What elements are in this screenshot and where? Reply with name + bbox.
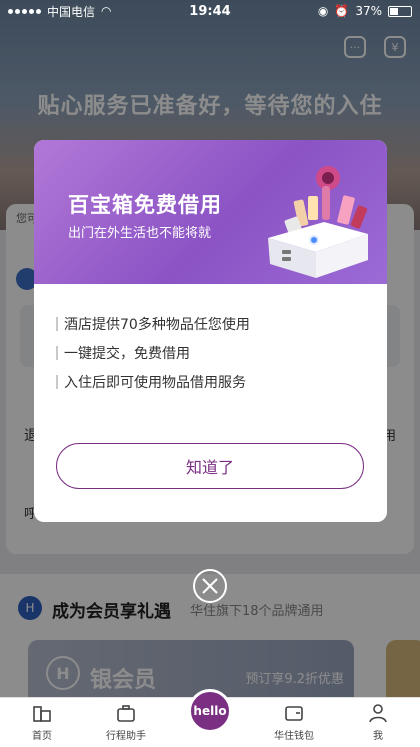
modal-title: 百宝箱免费借用 — [68, 193, 222, 217]
tab-trip-assistant[interactable]: 行程助手 — [84, 698, 168, 747]
modal-subtitle: 出门在外生活也不能将就 — [68, 226, 212, 241]
building-icon — [33, 706, 51, 722]
tab-label: 首页 — [32, 731, 52, 742]
tab-wallet[interactable]: 华住钱包 — [252, 698, 336, 747]
status-time: 19:44 — [189, 3, 231, 19]
got-it-button[interactable]: 知道了 — [56, 443, 364, 489]
hello-icon: hello — [188, 689, 232, 733]
person-icon — [369, 704, 387, 723]
treasure-box-illustration — [268, 166, 368, 278]
alarm-icon: ⏰ — [334, 4, 350, 18]
wallet-icon — [285, 706, 303, 721]
tab-home[interactable]: 首页 — [0, 698, 84, 747]
tab-label: 行程助手 — [106, 731, 146, 742]
briefcase-icon — [117, 705, 135, 722]
signal-icon — [8, 8, 41, 14]
battery-percent: 37% — [355, 4, 382, 18]
list-item: 酒店提供70多种物品任您使用 — [56, 314, 250, 334]
carrier-label: 中国电信 — [47, 4, 96, 19]
tab-label: 我 — [373, 731, 383, 742]
tab-hello[interactable]: hello — [168, 689, 252, 747]
list-item: 入住后即可使用物品借用服务 — [56, 372, 250, 392]
battery-icon — [388, 5, 412, 17]
close-icon — [202, 578, 218, 594]
lock-rotation-icon: ◉ — [317, 4, 329, 18]
status-bar: 中国电信 ◠ 19:44 ◉ ⏰ 37% — [0, 0, 420, 22]
treasure-box-modal: 百宝箱免费借用 出门在外生活也不能将就 酒店提供70多种物品任您使用 一键提交，… — [34, 140, 387, 522]
close-button[interactable] — [193, 569, 227, 603]
list-item: 一键提交，免费借用 — [56, 343, 250, 363]
tab-me[interactable]: 我 — [336, 698, 420, 747]
tab-label: 华住钱包 — [274, 731, 314, 742]
bottom-tab-bar: 首页 行程助手 hello 华住钱包 我 — [0, 689, 420, 747]
wifi-icon: ◠ — [101, 4, 112, 18]
feature-list: 酒店提供70多种物品任您使用 一键提交，免费借用 入住后即可使用物品借用服务 — [56, 314, 250, 401]
